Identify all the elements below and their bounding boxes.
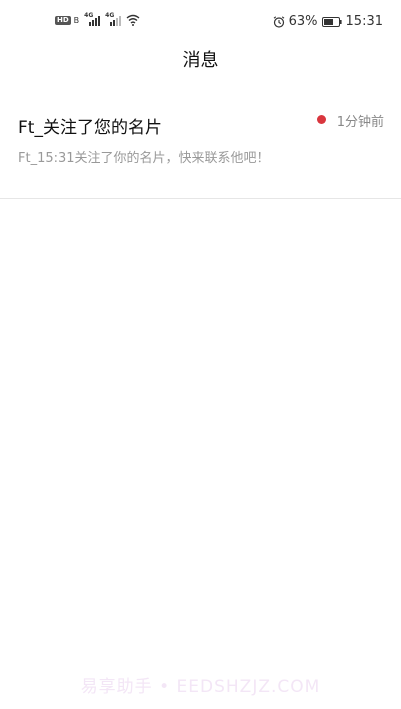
status-left: HD B 4G 4G: [55, 12, 140, 26]
signal-icon: 4G: [84, 12, 102, 26]
message-title: Ft_关注了您的名片: [18, 118, 162, 138]
clock-time: 15:31: [345, 14, 383, 29]
hd-sub-label: B: [73, 15, 80, 25]
status-bar: HD B 4G 4G 63% 15:31: [0, 0, 401, 44]
unread-dot: [317, 115, 326, 124]
battery-icon: [321, 16, 342, 27]
page-title: 消息: [182, 50, 219, 71]
status-right: 63% 15:31: [273, 14, 383, 29]
message-time: 1分钟前: [336, 115, 384, 130]
hd-badge: HD: [55, 15, 71, 25]
battery-percent: 63%: [288, 14, 318, 29]
wifi-icon: [126, 14, 140, 26]
alarm-icon: [273, 15, 284, 28]
message-item[interactable]: Ft_关注了您的名片 1分钟前 Ft_15:31关注了你的名片，快来联系他吧！: [0, 98, 401, 199]
signal-bars: [89, 16, 101, 26]
watermark: 易享助手 • EEDSHZJZ.COM: [80, 677, 321, 697]
signal-bars: [110, 16, 122, 26]
signal-icon: 4G: [105, 12, 123, 26]
message-preview: Ft_15:31关注了你的名片，快来联系他吧！: [18, 151, 270, 166]
